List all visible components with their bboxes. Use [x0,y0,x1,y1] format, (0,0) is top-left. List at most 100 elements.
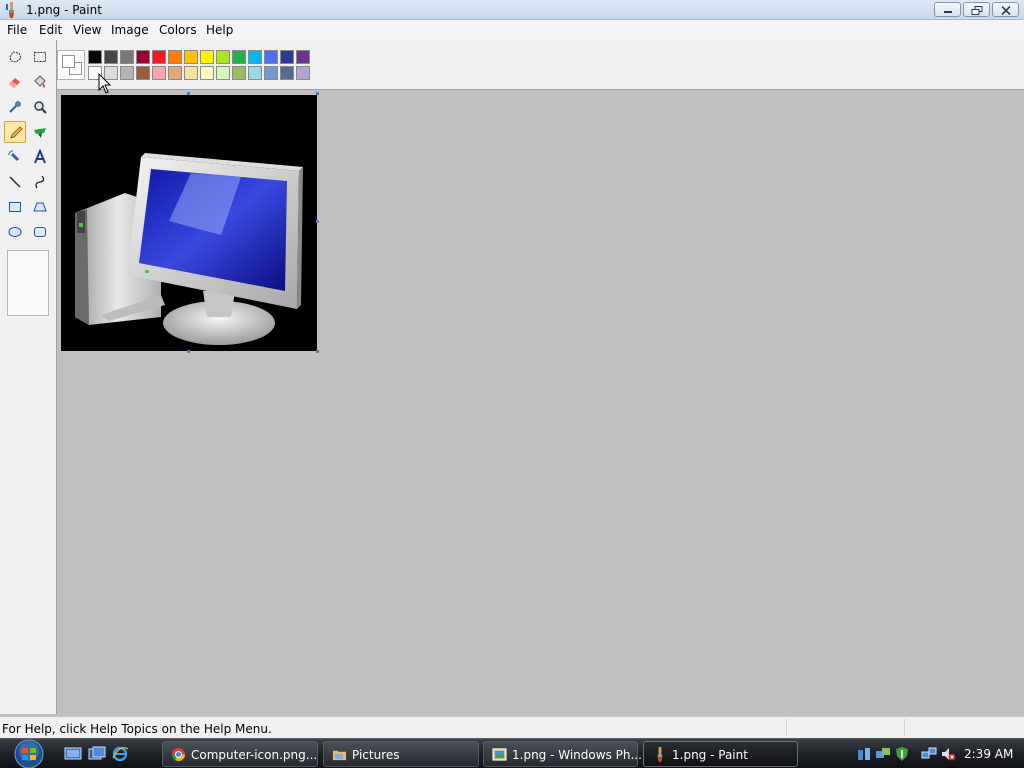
free-select-tool[interactable] [4,46,26,68]
current-colors[interactable] [57,50,85,80]
canvas-image[interactable] [61,95,317,351]
color-swatch[interactable] [184,66,198,80]
menu-edit[interactable]: Edit [39,23,62,37]
restore-icon [971,6,983,15]
system-tray: 2:39 AM [848,739,1024,768]
color-swatch[interactable] [296,50,310,64]
resize-handle[interactable] [187,350,190,353]
color-swatch[interactable] [88,50,102,64]
color-swatch[interactable] [120,50,134,64]
taskbar-button-chrome[interactable]: Computer-icon.png... [162,741,318,767]
ellipse-tool[interactable] [4,221,26,243]
color-swatch[interactable] [280,50,294,64]
color-swatch[interactable] [168,50,182,64]
color-swatch[interactable] [248,66,262,80]
pencil-tool[interactable] [4,121,26,143]
windows-defender-icon[interactable] [894,746,910,762]
color-swatch[interactable] [232,50,246,64]
menu-colors[interactable]: Colors [159,23,197,37]
polygon-icon [33,202,47,212]
computer-icon [75,153,303,345]
status-help-text: For Help, click Help Topics on the Help … [2,722,272,736]
start-button[interactable] [9,739,49,768]
rectangle-tool[interactable] [4,196,26,218]
menu-view[interactable]: View [73,23,101,37]
color-swatch[interactable] [152,50,166,64]
folder-icon [332,750,347,761]
color-swatch[interactable] [264,66,278,80]
ellipse-icon [8,227,22,237]
status-separator [786,719,787,736]
resize-handle[interactable] [316,92,319,95]
resize-handle[interactable] [187,92,190,95]
menu-file[interactable]: File [7,23,27,37]
color-swatch[interactable] [104,50,118,64]
eyedropper-icon [9,101,21,113]
close-button[interactable] [992,2,1019,17]
color-swatch[interactable] [136,50,150,64]
taskbar-button-label: 1.png - Paint [672,748,748,762]
switch-windows-icon[interactable] [88,746,106,762]
curve-tool[interactable] [29,171,51,193]
tool-options-box[interactable] [7,250,49,316]
color-swatch[interactable] [200,50,214,64]
pencil-icon [10,126,23,139]
color-swatch[interactable] [152,66,166,80]
close-icon [1001,6,1011,15]
line-icon [9,176,21,188]
volume-muted-icon[interactable] [940,746,956,762]
rounded-rectangle-tool[interactable] [29,221,51,243]
rounded-rectangle-icon [34,227,46,237]
color-swatch[interactable] [216,66,230,80]
toolbox [0,40,57,714]
minimize-button[interactable] [934,2,961,17]
internet-explorer-icon[interactable] [111,746,129,762]
color-palette [57,40,1024,90]
airbrush-tool[interactable] [4,146,26,168]
color-swatch[interactable] [216,50,230,64]
menu-help[interactable]: Help [206,23,233,37]
resize-handle[interactable] [316,220,319,223]
color-swatch[interactable] [264,50,278,64]
title-bar[interactable]: 1.png - Paint [0,0,1024,20]
taskbar-button-photo-viewer[interactable]: 1.png - Windows Ph... [483,741,642,767]
polygon-tool[interactable] [29,196,51,218]
text-tool[interactable] [29,146,51,168]
canvas-area[interactable] [57,91,1024,714]
color-swatch[interactable] [184,50,198,64]
eraser-tool[interactable] [4,71,26,93]
color-swatch[interactable] [248,50,262,64]
network-icon[interactable] [921,746,937,762]
color-swatch[interactable] [168,66,182,80]
magnifier-icon [34,101,47,114]
color-swatch[interactable] [296,66,310,80]
fill-tool[interactable] [29,71,51,93]
eraser-icon [9,78,20,88]
rect-select-tool[interactable] [29,46,51,68]
taskbar-button-pictures[interactable]: Pictures [323,741,479,767]
taskbar-button-paint[interactable]: 1.png - Paint [643,741,798,767]
status-bar: For Help, click Help Topics on the Help … [0,716,1024,738]
show-desktop-icon[interactable] [64,746,82,762]
color-swatch[interactable] [280,66,294,80]
restore-button[interactable] [963,2,990,17]
sync-center-icon[interactable] [856,746,872,762]
color-swatch[interactable] [136,66,150,80]
text-icon [34,149,46,164]
minimize-icon [944,11,952,13]
taskbar-button-label: Pictures [352,748,400,762]
resize-handle[interactable] [316,350,319,353]
line-tool[interactable] [4,171,26,193]
magnifier-tool[interactable] [29,96,51,118]
foreground-color-box[interactable] [62,55,75,68]
rect-select-icon [34,52,46,62]
color-swatch[interactable] [120,66,134,80]
network-sharing-icon[interactable] [875,746,891,762]
color-swatch[interactable] [232,66,246,80]
paint-icon [657,747,663,762]
menu-image[interactable]: Image [111,23,149,37]
brush-tool[interactable] [29,121,51,143]
clock[interactable]: 2:39 AM [964,747,1013,761]
color-picker-tool[interactable] [4,96,26,118]
color-swatch[interactable] [200,66,214,80]
